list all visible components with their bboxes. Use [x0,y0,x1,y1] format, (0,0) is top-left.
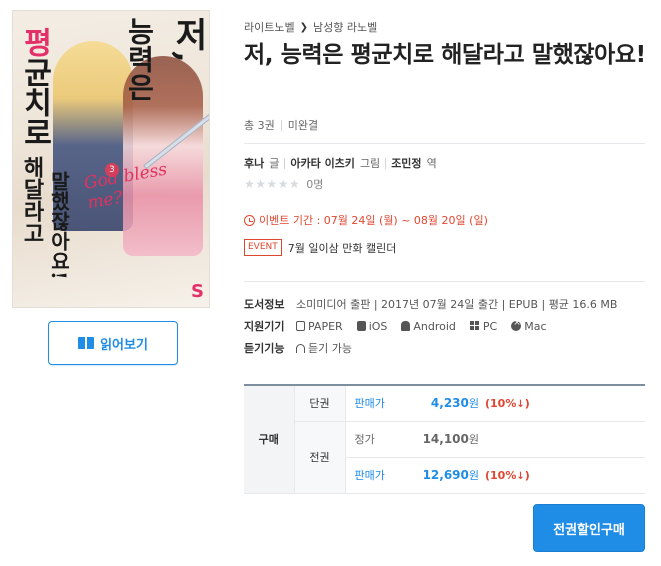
cover-title-part: 해달라고 [19,156,45,244]
cover-title-part: 평균치로 [17,27,52,147]
alarm-clock-icon [244,214,255,226]
supported-devices-label: 지원기기 [244,320,285,333]
divider [385,157,387,169]
open-book-icon [78,337,95,349]
device-name: Mac [524,319,547,333]
mac-icon [511,318,522,331]
series-meta: 총 3권 미완결 [244,117,318,133]
cover-title-part: 저, [168,17,208,63]
android-icon [401,321,411,331]
headphones-icon [296,343,305,353]
book-info-row: 도서정보 소미미디어 출판 | 2017년 07월 24일 출간 | EPUB … [244,296,617,312]
list-price-label: 정가 [345,421,413,458]
purchase-header: 구매 [244,384,294,494]
paper-device-icon [296,321,305,331]
full-set-label: 전권 [293,421,346,494]
divider [244,143,645,144]
listen-feature-text: 듣기 가능 [308,342,352,355]
event-period-text: 이벤트 기간 : 07월 24일 (월) ~ 08월 20일 (일) [259,214,488,227]
chevron-right-icon: ❯ [299,21,308,33]
breadcrumb-item[interactable]: 남성향 라노벨 [313,19,377,35]
purchase-table: 구매 단권 판매가 4,230원 (10%↓) 전권 정가 14,100원 판매… [244,384,645,494]
divider [280,119,282,131]
translator-name[interactable]: 조민정 [391,155,421,171]
device-name: iOS [368,319,388,333]
event-link[interactable]: EVENT 7월 일이삼 만화 캘린더 [244,239,396,256]
apple-icon [356,321,366,331]
author-role: 글 [269,157,280,170]
set-discount: (10%↓) [479,457,645,494]
cover-title-part: 말했잖아요! [47,171,71,280]
single-volume-label: 단권 [293,384,346,422]
down-arrow-icon: ↓ [516,470,525,482]
listen-feature-label: 듣기기능 [244,342,285,355]
single-sale-label: 판매가 [345,384,413,422]
down-arrow-icon: ↓ [516,398,525,410]
author-name[interactable]: 후나 [244,155,264,171]
read-preview-button[interactable]: 읽어보기 [48,321,178,365]
book-title: 저, 능력은 평균치로 해달라고 말했잖아요! [244,42,646,68]
supported-devices-row: 지원기기 PAPER iOS Android PC Mac [244,318,555,334]
translator-role: 역 [426,157,437,170]
cover-title-part: 능력은 [123,17,156,101]
set-sale-price: 12,690원 [413,457,479,494]
event-name[interactable]: 7월 일이삼 만화 캘린더 [288,240,397,256]
read-preview-label: 읽어보기 [100,337,148,353]
book-info-label: 도서정보 [244,298,285,311]
list-price: 14,100원 [413,421,479,458]
listen-feature-row: 듣기기능 듣기 가능 [244,340,360,356]
set-sale-label: 판매가 [345,457,413,494]
breadcrumb-item[interactable]: 라이트노벨 [244,19,295,35]
windows-icon [469,321,480,331]
publisher-logo: S [191,281,204,302]
divider [284,157,286,169]
device-name: Android [413,319,456,333]
completion-status: 미완결 [287,119,319,132]
rating: ★★★★★ 0명 [244,176,323,192]
device-name: PC [482,319,498,333]
single-discount: (10%↓) [479,384,645,422]
volume-count: 총 3권 [244,119,275,132]
book-cover[interactable]: 저, 능력은 평균치로 해달라고 말했잖아요! 3 God bless me? … [12,10,210,308]
star-rating-icon: ★★★★★ [244,177,301,191]
device-name: PAPER [308,319,343,333]
book-info-text: 소미미디어 출판 | 2017년 07월 24일 출간 | EPUB | 평균 … [296,298,618,311]
breadcrumb: 라이트노벨 ❯ 남성향 라노벨 [244,19,377,35]
event-badge: EVENT [244,239,282,256]
author-list: 후나 글 아카타 이츠키 그림 조민정 역 [244,155,437,171]
rating-count: 0명 [306,178,324,191]
illustrator-role: 그림 [359,157,381,170]
single-sale-price: 4,230원 [413,384,479,422]
illustrator-name[interactable]: 아카타 이츠키 [290,155,355,171]
event-period: 이벤트 기간 : 07월 24일 (월) ~ 08월 20일 (일) [244,212,488,228]
buy-all-discount-button[interactable]: 전권할인구매 [533,504,645,552]
divider [244,281,645,282]
